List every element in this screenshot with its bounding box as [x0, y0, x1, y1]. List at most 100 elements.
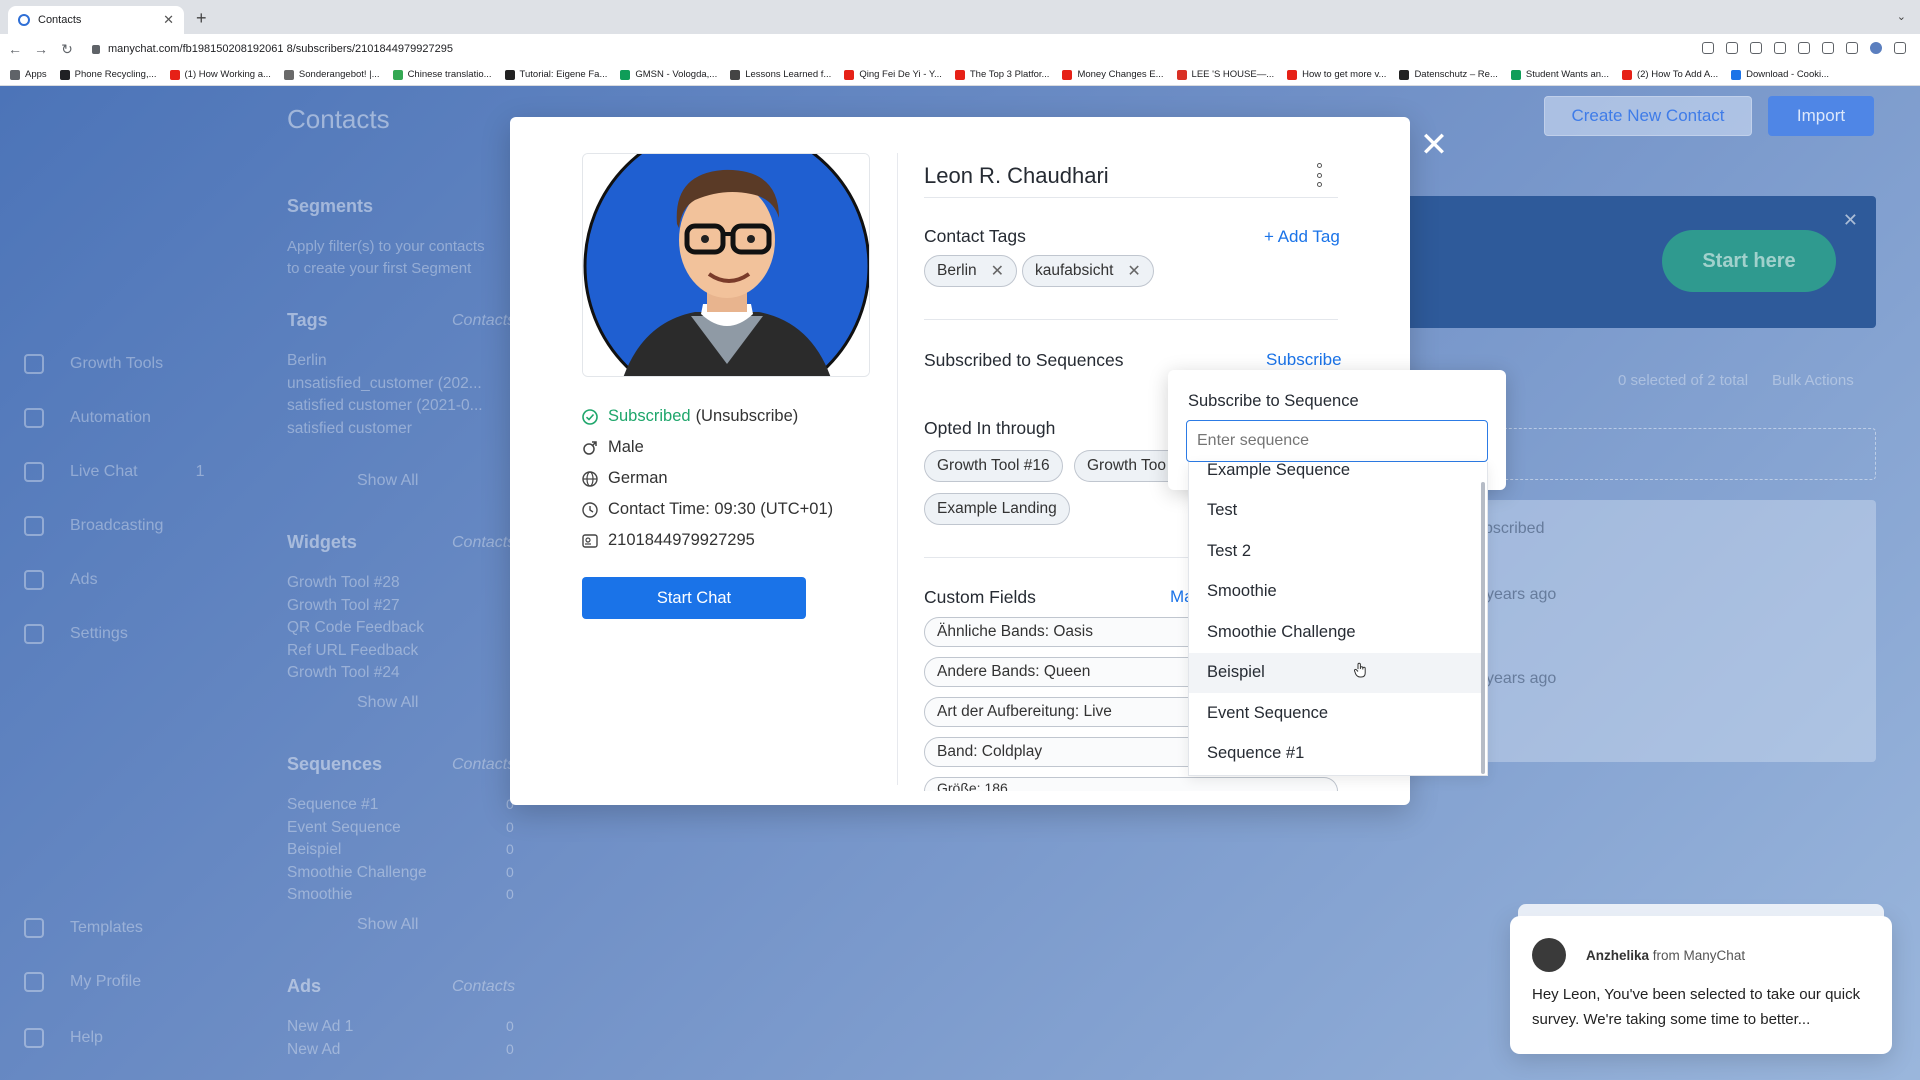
bookmark-label: Student Wants an... — [1525, 69, 1609, 80]
widget-list-item[interactable]: Growth Tool #27 — [287, 597, 400, 615]
sequences-show-all[interactable]: Show All — [357, 916, 418, 934]
sequence-option[interactable]: Smoothie — [1189, 572, 1481, 612]
sidebar-item[interactable]: Live Chat 1 — [24, 462, 205, 482]
ad-list-item[interactable]: New Ad — [287, 1041, 340, 1059]
widget-list-item[interactable]: Growth Tool #28 — [287, 574, 400, 592]
forward-icon[interactable]: → — [30, 41, 52, 57]
bookmark-item[interactable]: LEE 'S HOUSE—... — [1176, 69, 1274, 80]
sequence-search-input[interactable] — [1186, 420, 1488, 462]
bookmark-favicon-icon — [169, 69, 180, 80]
remove-tag-icon[interactable]: ✕ — [991, 261, 1004, 281]
sidebar-item[interactable]: My Profile — [24, 972, 141, 992]
bookmark-item[interactable]: Student Wants an... — [1510, 69, 1609, 80]
dropdown-scrollbar[interactable] — [1481, 482, 1485, 774]
bookmark-item[interactable]: (2) How To Add A... — [1621, 69, 1718, 80]
back-icon[interactable]: ← — [4, 41, 26, 57]
close-modal-icon[interactable]: ✕ — [1418, 128, 1450, 162]
browser-tab[interactable]: Contacts ✕ — [8, 6, 184, 34]
start-chat-button[interactable]: Start Chat — [582, 577, 806, 619]
tab-search-icon[interactable]: ⌄ — [1897, 10, 1906, 23]
add-tag-button[interactable]: + Add Tag — [1264, 227, 1340, 247]
bookmark-item[interactable]: How to get more v... — [1287, 69, 1386, 80]
bookmark-item[interactable]: GMSN - Vologda,... — [620, 69, 717, 80]
bookmark-label: Tutorial: Eigene Fa... — [519, 69, 608, 80]
bookmark-item[interactable]: Phone Recycling,... — [59, 69, 157, 80]
zoom-icon[interactable] — [1726, 42, 1738, 54]
banner-close-icon[interactable]: ✕ — [1843, 210, 1858, 231]
bookmark-item[interactable]: Tutorial: Eigene Fa... — [504, 69, 608, 80]
create-contact-button[interactable]: Create New Contact — [1544, 96, 1752, 136]
tag-list-item[interactable]: satisfied customer (2021-0... — [287, 397, 483, 415]
bookmark-favicon-icon — [1287, 69, 1298, 80]
bookmark-item[interactable]: Qing Fei De Yi - Y... — [844, 69, 942, 80]
url-field[interactable]: manychat.com/fb198150208192061 8/subscri… — [92, 43, 453, 55]
sequence-option[interactable]: Sequence #1 — [1189, 734, 1481, 774]
sequence-list-item[interactable]: Event Sequence — [287, 819, 401, 837]
sidebar-item[interactable]: Templates — [24, 918, 143, 938]
bookmark-star-icon[interactable] — [1774, 42, 1786, 54]
sequence-list-item[interactable]: Beispiel — [287, 841, 341, 859]
bookmark-item[interactable]: Apps — [10, 69, 47, 80]
widget-list-item[interactable]: QR Code Feedback — [287, 619, 424, 637]
sidebar-item[interactable]: Automation — [24, 408, 151, 428]
reload-icon[interactable]: ↻ — [56, 41, 78, 58]
sequence-option[interactable]: Event Sequence — [1189, 693, 1481, 733]
tags-show-all[interactable]: Show All — [357, 472, 418, 490]
widget-list-item[interactable]: Ref URL Feedback — [287, 642, 418, 660]
share-icon[interactable] — [1750, 42, 1762, 54]
import-button[interactable]: Import — [1768, 96, 1874, 136]
bookmark-item[interactable]: Chinese translatio... — [392, 69, 492, 80]
sidebar-item[interactable]: Broadcasting — [24, 516, 163, 536]
sequence-option[interactable]: Test — [1189, 491, 1481, 531]
widget-list-item[interactable]: Growth Tool #24 — [287, 664, 400, 682]
opted-in-chip[interactable]: Growth Tool #16 — [924, 450, 1063, 482]
chat-popup[interactable]: Anzhelika from ManyChat Hey Leon, You've… — [1510, 904, 1892, 1054]
subscribe-link[interactable]: Subscribe — [1266, 350, 1342, 370]
opted-in-chip[interactable]: Example Landing — [924, 493, 1070, 525]
tag-list-item[interactable]: satisfied customer — [287, 420, 412, 438]
sequence-option[interactable]: Test 2 — [1189, 531, 1481, 571]
bookmark-favicon-icon — [1621, 69, 1632, 80]
sequence-option[interactable]: Smoothie Challenge — [1189, 612, 1481, 652]
sidebar-icon[interactable] — [1846, 42, 1858, 54]
bookmark-item[interactable]: Sonderangebot! |... — [283, 69, 380, 80]
ad-list-item[interactable]: New Ad 1 — [287, 1018, 353, 1036]
new-tab-icon[interactable]: + — [196, 8, 207, 29]
tab-favicon-icon — [18, 14, 30, 26]
unsubscribe-link[interactable]: (Unsubscribe) — [696, 407, 799, 426]
bookmark-item[interactable]: Money Changes E... — [1062, 69, 1164, 80]
tag-list-item[interactable]: unsatisfied_customer (202... — [287, 375, 482, 393]
menu-dots-icon[interactable] — [1894, 42, 1906, 54]
sequence-option[interactable]: Example Sequence — [1189, 462, 1481, 490]
remove-tag-icon[interactable]: ✕ — [1127, 261, 1140, 281]
male-icon — [582, 440, 598, 456]
sidebar-item[interactable]: Growth Tools — [24, 354, 163, 374]
sidebar-item[interactable]: Help — [24, 1028, 103, 1048]
profile-avatar-icon[interactable] — [1870, 42, 1882, 54]
bookmark-favicon-icon — [1176, 69, 1187, 80]
sidebar-item[interactable]: Settings — [24, 624, 128, 644]
sequence-list-item[interactable]: Smoothie — [287, 886, 352, 904]
sequence-option[interactable]: Beispiel — [1189, 652, 1481, 693]
start-here-button[interactable]: Start here — [1662, 230, 1836, 292]
sidebar-item-label: Help — [70, 1029, 103, 1046]
custom-field[interactable]: Größe: 186 — [924, 777, 1338, 791]
sequence-list-item[interactable]: Sequence #1 — [287, 796, 378, 814]
widgets-show-all[interactable]: Show All — [357, 694, 418, 712]
puzzle-icon[interactable] — [1822, 42, 1834, 54]
tab-close-icon[interactable]: ✕ — [163, 12, 174, 28]
bookmark-item[interactable]: Download - Cooki... — [1731, 69, 1829, 80]
bookmark-item[interactable]: The Top 3 Platfor... — [954, 69, 1049, 80]
bookmark-item[interactable]: Lessons Learned f... — [730, 69, 831, 80]
more-options-icon[interactable] — [1314, 161, 1324, 189]
translate-icon[interactable] — [1702, 42, 1714, 54]
bookmark-item[interactable]: Datenschutz – Re... — [1399, 69, 1498, 80]
tags-heading: Tags — [287, 310, 328, 330]
sidebar-item-icon — [24, 972, 44, 992]
extension-icon[interactable] — [1798, 42, 1810, 54]
sequence-list-item[interactable]: Smoothie Challenge — [287, 864, 427, 882]
sidebar-item[interactable]: Ads — [24, 570, 98, 590]
bookmark-item[interactable]: (1) How Working a... — [169, 69, 271, 80]
tag-list-item[interactable]: Berlin — [287, 352, 327, 370]
bulk-actions-button[interactable]: Bulk Actions — [1772, 372, 1854, 389]
